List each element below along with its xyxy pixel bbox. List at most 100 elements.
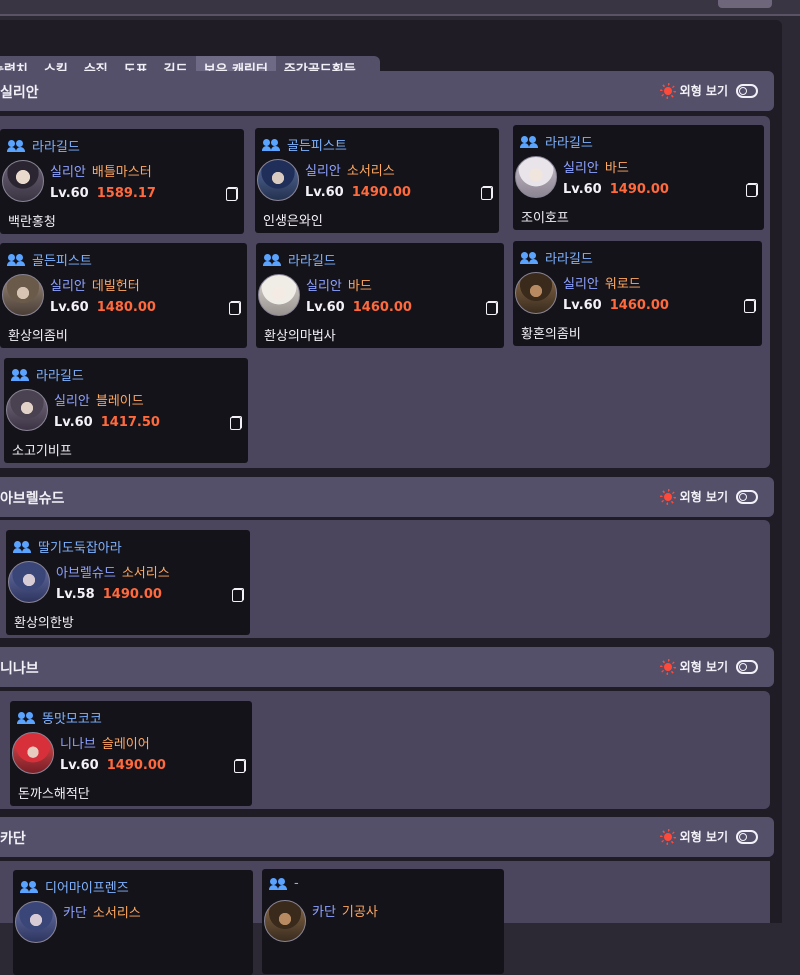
item-level: 1480.00 [96,300,156,315]
character-card[interactable]: 라라길드 실리안 블레이드 Lv.60 1417.50 소고기비프 [4,358,248,463]
item-level: 1490.00 [609,182,669,197]
top-bar [0,0,800,16]
top-button[interactable] [718,0,772,8]
class-row: 아브렐슈드 소서리스 [56,562,170,581]
level-row: Lv.60 1490.00 [305,185,411,200]
appearance-toggle[interactable]: 외형 보기 [660,828,758,845]
character-card[interactable]: 라라길드 실리안 바드 Lv.60 1460.00 환상의마법사 [256,243,504,348]
toggle-icon [736,83,758,98]
guild-name: 똥맛모코코 [42,712,102,727]
people-icon [13,540,32,553]
region-body: 디어마이프렌즈 카단 소서리스 - 카단 기공사 [0,861,770,975]
item-level: 1490.00 [102,587,162,602]
guild-row: - [269,876,299,891]
item-level: 1589.17 [96,186,156,201]
character-card[interactable]: 라라길드 실리안 바드 Lv.60 1490.00 조이호프 [513,125,764,230]
guild-row: 골든피스트 [262,135,347,154]
character-level: Lv.60 [60,758,99,773]
class-name: 블레이드 [95,394,144,409]
item-level: 1490.00 [351,185,411,200]
copy-icon[interactable] [744,299,756,313]
level-row: Lv.60 1589.17 [50,186,156,201]
avatar [2,274,44,316]
people-icon [17,711,36,724]
guild-name: 골든피스트 [32,254,92,269]
avatar [515,272,557,314]
character-card[interactable]: 라라길드 실리안 배틀마스터 Lv.60 1589.17 백란홍청 [0,129,244,234]
class-row: 실리안 바드 [563,157,629,176]
people-icon [520,251,539,264]
guild-name: 라라길드 [545,252,593,267]
copy-icon[interactable] [746,183,758,197]
copy-icon[interactable] [486,301,498,315]
class-name: 배틀마스터 [91,165,152,180]
character-level: Lv.60 [306,300,345,315]
character-level: Lv.60 [305,185,344,200]
region-header: 실리안 외형 보기 [0,71,774,111]
class-name: 기공사 [341,905,378,920]
region-header: 아브렐슈드 외형 보기 [0,477,774,517]
avatar [6,389,48,431]
region-header: 카단 외형 보기 [0,817,774,857]
avatar [15,901,57,943]
copy-icon[interactable] [232,588,244,602]
class-row: 실리안 배틀마스터 [50,161,152,180]
region-body: 딸기도둑잡아라 아브렐슈드 소서리스 Lv.58 1490.00 환상의한방 [0,520,770,638]
sun-icon [660,829,676,845]
item-level: 1417.50 [100,415,160,430]
guild-name: 디어마이프렌즈 [45,881,129,896]
character-level: Lv.60 [50,186,89,201]
character-card[interactable]: 라라길드 실리안 워로드 Lv.60 1460.00 황혼의좀비 [513,241,762,346]
guild-name: - [294,876,299,891]
character-card[interactable]: 똥맛모코코 니나브 슬레이어 Lv.60 1490.00 돈까스해적단 [10,701,252,806]
sun-icon [660,83,676,99]
level-row: Lv.58 1490.00 [56,587,162,602]
character-card[interactable]: 골든피스트 실리안 소서리스 Lv.60 1490.00 인생은와인 [255,128,499,233]
people-icon [7,253,26,266]
class-name: 소서리스 [121,566,170,581]
copy-icon[interactable] [226,187,238,201]
server-name: 실리안 [305,164,341,179]
copy-icon[interactable] [481,186,493,200]
character-level: Lv.58 [56,587,95,602]
character-name: 돈까스해적단 [18,787,90,802]
server-name: 실리안 [563,277,599,292]
appearance-toggle[interactable]: 외형 보기 [660,488,758,505]
guild-row: 라라길드 [520,248,593,267]
copy-icon[interactable] [229,301,241,315]
avatar [258,274,300,316]
region-name: 실리안 [0,85,39,101]
avatar [8,561,50,603]
character-card[interactable]: - 카단 기공사 [262,869,504,974]
avatar [257,159,299,201]
copy-icon[interactable] [230,416,242,430]
character-name: 환상의좀비 [8,329,68,344]
appearance-toggle[interactable]: 외형 보기 [660,658,758,675]
region-body: 똥맛모코코 니나브 슬레이어 Lv.60 1490.00 돈까스해적단 [0,691,770,809]
toggle-icon [736,829,758,844]
class-name: 데빌헌터 [91,279,140,294]
server-name: 실리안 [563,161,599,176]
level-row: Lv.60 1490.00 [563,182,669,197]
class-name: 소서리스 [92,906,141,921]
toggle-icon [736,489,758,504]
sun-icon [660,659,676,675]
appearance-label: 외형 보기 [679,84,728,98]
appearance-label: 외형 보기 [679,660,728,674]
server-name: 실리안 [54,394,90,409]
character-card[interactable]: 딸기도둑잡아라 아브렐슈드 소서리스 Lv.58 1490.00 환상의한방 [6,530,250,635]
copy-icon[interactable] [234,759,246,773]
appearance-toggle[interactable]: 외형 보기 [660,82,758,99]
class-name: 소서리스 [346,164,395,179]
class-name: 바드 [347,279,372,294]
item-level: 1460.00 [352,300,412,315]
guild-name: 라라길드 [36,369,84,384]
character-card[interactable]: 골든피스트 실리안 데빌헌터 Lv.60 1480.00 환상의좀비 [0,243,247,348]
people-icon [7,139,26,152]
guild-name: 라라길드 [545,136,593,151]
appearance-label: 외형 보기 [679,490,728,504]
character-name: 환상의한방 [14,616,74,631]
character-level: Lv.60 [54,415,93,430]
appearance-label: 외형 보기 [679,830,728,844]
character-level: Lv.60 [50,300,89,315]
